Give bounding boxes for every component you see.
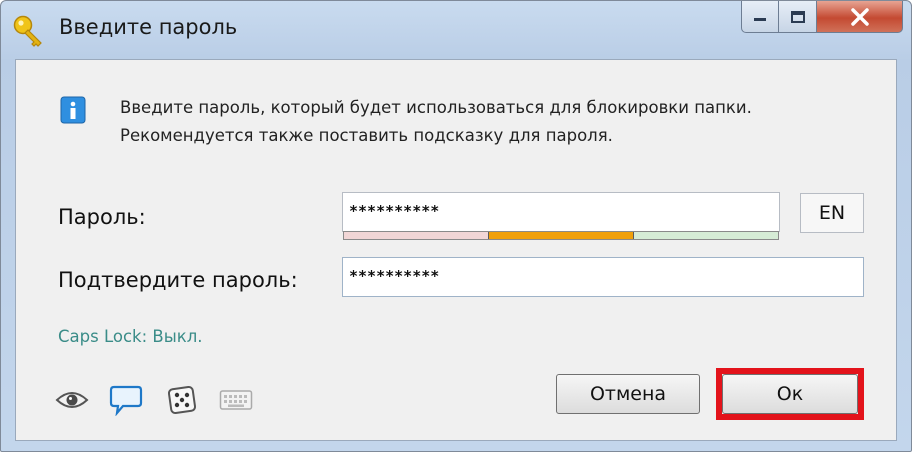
close-button[interactable] (817, 1, 903, 33)
confirm-password-input[interactable]: ********** (342, 257, 864, 297)
info-text-line-2: Рекомендуется также поставить подсказку … (120, 126, 613, 145)
language-indicator[interactable]: EN (800, 193, 864, 233)
cancel-button[interactable]: Отмена (556, 374, 700, 414)
info-text-line-1: Введите пароль, который будет использова… (120, 98, 752, 117)
dialog-body: Введите пароль, который будет использова… (15, 59, 897, 441)
maximize-icon (790, 10, 805, 23)
maximize-button[interactable] (779, 1, 817, 33)
password-input[interactable]: ********** (342, 192, 780, 232)
info-icon (60, 96, 86, 124)
keyboard-icon[interactable] (218, 382, 254, 418)
strength-segment-weak (344, 232, 489, 239)
window-controls (741, 1, 903, 35)
confirm-password-label: Подтвердите пароль: (58, 268, 298, 292)
window-title: Введите пароль (59, 15, 238, 39)
close-icon (850, 7, 869, 26)
eye-icon[interactable] (54, 382, 90, 418)
hint-bubble-icon[interactable] (108, 382, 144, 418)
password-label: Пароль: (58, 205, 146, 229)
key-icon (11, 13, 47, 49)
password-strength-meter (343, 231, 779, 240)
strength-segment-strong (634, 232, 778, 239)
title-bar: Введите пароль (1, 1, 911, 57)
strength-segment-medium (489, 232, 634, 239)
password-dialog: Введите пароль Введите пароль, который б… (0, 0, 912, 452)
caps-lock-status: Caps Lock: Выкл. (58, 327, 203, 346)
minimize-button[interactable] (741, 1, 779, 33)
dice-icon[interactable] (164, 382, 200, 418)
minimize-icon (754, 17, 766, 21)
ok-button-highlight (716, 368, 864, 420)
